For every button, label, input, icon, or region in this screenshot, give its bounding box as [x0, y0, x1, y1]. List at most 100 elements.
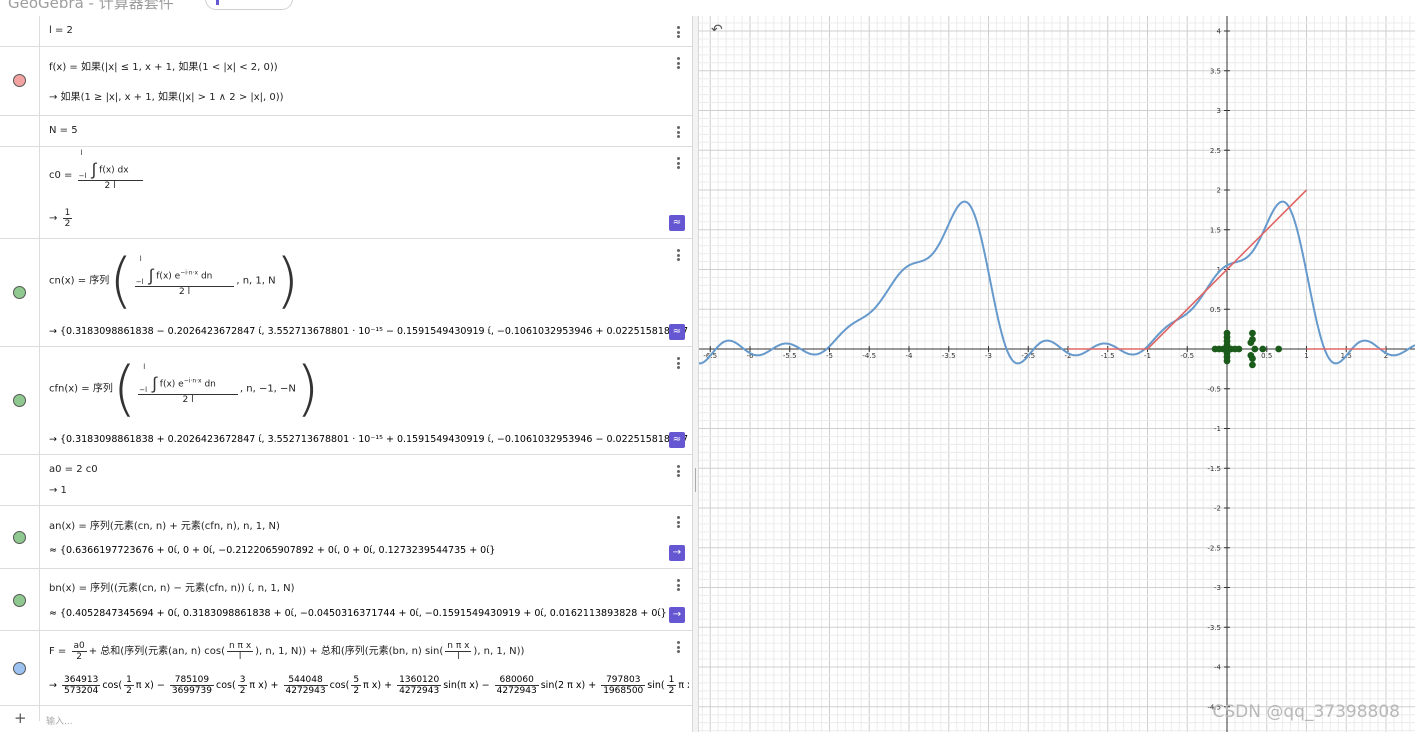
input-placeholder[interactable]: 输入...: [46, 714, 73, 727]
definition-an[interactable]: an(x) = 序列(元素(cn, n) + 元素(cfn, n), n, 1,…: [49, 520, 280, 533]
definition-cn[interactable]: cn(x) = 序列( l ∫ −l f(x) e−i·n·x dn 2 l ,…: [49, 251, 299, 311]
x-tick-label: -5.5: [783, 352, 797, 360]
app-switcher[interactable]: [205, 0, 293, 10]
algebra-row-f[interactable]: f(x) = 如果(|x| ≤ 1, x + 1, 如果(1 < |x| < 2…: [0, 47, 692, 116]
splitter-handle-icon[interactable]: [695, 468, 696, 492]
more-menu-icon[interactable]: [676, 249, 680, 263]
algebra-row-an[interactable]: an(x) = 序列(元素(cn, n) + 元素(cfn, n), n, 1,…: [0, 506, 692, 569]
x-tick-label: -1.5: [1101, 352, 1115, 360]
coefficient-point: [1259, 345, 1267, 353]
y-tick-label: 4: [1217, 28, 1222, 36]
output-F: → 364913 573204 cos(1 2 π x) − 785109 3699739…: [49, 675, 689, 696]
visibility-toggle[interactable]: [13, 594, 26, 607]
add-icon[interactable]: +: [14, 709, 27, 727]
x-tick-label: -5: [826, 352, 833, 360]
more-menu-icon[interactable]: [676, 516, 680, 530]
y-tick-label: 1.5: [1210, 226, 1221, 234]
coefficient-point: [1223, 357, 1231, 365]
coefficient-point: [1247, 351, 1255, 359]
visibility-toggle[interactable]: [13, 662, 26, 675]
watermark: CSDN @qq_37398808: [1212, 702, 1400, 722]
y-tick-label: 2.5: [1210, 147, 1221, 155]
more-menu-icon[interactable]: [676, 579, 680, 593]
x-tick-label: -4: [906, 352, 914, 360]
x-tick-label: -1: [1144, 352, 1151, 360]
view-splitter[interactable]: [692, 16, 699, 732]
x-tick-label: -4.5: [862, 352, 876, 360]
fourier-curve: [699, 200, 1415, 365]
coefficient-point: [1235, 345, 1243, 353]
x-tick-label: 0.5: [1261, 352, 1272, 360]
approximate-toggle-button[interactable]: ≈: [669, 215, 685, 231]
x-tick-label: -0.5: [1180, 352, 1194, 360]
more-menu-icon[interactable]: [676, 157, 680, 171]
definition-c0[interactable]: c0 = l ∫ −l f(x) dx 2 l: [49, 149, 145, 191]
coefficient-point: [1249, 361, 1256, 369]
output-an: ≈ {0.6366197723676 + 0ί, 0 + 0ί, −0.2122…: [49, 545, 496, 556]
row-marker: [0, 506, 40, 568]
coefficient-point: [1251, 345, 1259, 353]
definition-f[interactable]: f(x) = 如果(|x| ≤ 1, x + 1, 如果(1 < |x| < 2…: [49, 61, 278, 74]
coefficient-point: [1247, 339, 1255, 347]
row-marker: [0, 569, 40, 630]
y-tick-label: -0.5: [1207, 385, 1221, 393]
output-c0: → 12: [49, 208, 73, 229]
approximate-toggle-button[interactable]: ≈: [669, 324, 685, 340]
y-tick-label: 3.5: [1210, 67, 1221, 75]
algebra-row-bn[interactable]: bn(x) = 序列((元素(cn, n) − 元素(cfn, n)) ί, n…: [0, 569, 692, 631]
coefficient-point: [1249, 329, 1256, 337]
more-menu-icon[interactable]: [676, 126, 680, 140]
y-tick-label: -3: [1214, 584, 1221, 592]
output-a0: → 1: [49, 485, 67, 496]
input-bar[interactable]: + 输入...: [0, 705, 692, 732]
row-marker: [0, 239, 40, 346]
definition-a0[interactable]: a0 = 2 c0: [49, 463, 98, 476]
output-f: → 如果(1 ≥ |x|, x + 1, 如果(|x| > 1 ∧ 2 > |x…: [49, 92, 284, 103]
graphics-canvas[interactable]: -6.5 -6 -5.5 -5 -4.5 -4 -3.5 -3 -2.5 -2 -1.5 -1 -0.5…: [699, 16, 1415, 732]
definition-F[interactable]: F = a0 2 + 总和(序列(元素(an, n) cos(n π x l), n,…: [49, 641, 524, 662]
approximate-toggle-button[interactable]: ≈: [669, 432, 685, 448]
numeric-toggle-button[interactable]: →: [669, 607, 685, 623]
visibility-toggle[interactable]: [13, 531, 26, 544]
title-bar: GeoGebra - 计算器套件: [0, 0, 1415, 16]
algebra-row-c0[interactable]: c0 = l ∫ −l f(x) dx 2 l → 12 ≈: [0, 147, 692, 239]
switcher-icon: [216, 0, 219, 5]
more-menu-icon[interactable]: [676, 357, 680, 371]
algebra-row-cfn[interactable]: cfn(x) = 序列( l ∫ −l f(x) e−i·n·x dn 2 l …: [0, 347, 692, 455]
y-tick-label: -1.5: [1207, 465, 1221, 473]
more-menu-icon[interactable]: [676, 57, 680, 71]
definition-bn[interactable]: bn(x) = 序列((元素(cn, n) − 元素(cfn, n)) ί, n…: [49, 582, 295, 595]
row-marker: [0, 16, 40, 46]
algebra-row-l[interactable]: l = 2: [0, 16, 692, 47]
definition-l[interactable]: l = 2: [49, 24, 73, 37]
more-menu-icon[interactable]: [676, 465, 680, 479]
numeric-toggle-button[interactable]: →: [669, 545, 685, 561]
y-tick-label: 0.5: [1210, 306, 1221, 314]
definition-cfn[interactable]: cfn(x) = 序列( l ∫ −l f(x) e−i·n·x dn 2 l …: [49, 359, 319, 419]
undo-icon[interactable]: ↶: [711, 22, 723, 38]
visibility-toggle[interactable]: [13, 286, 26, 299]
row-marker: [0, 455, 40, 505]
more-menu-icon[interactable]: [676, 26, 680, 40]
x-tick-label: -3.5: [942, 352, 956, 360]
app-title: GeoGebra - 计算器套件: [8, 0, 174, 12]
algebra-row-cn[interactable]: cn(x) = 序列( l ∫ −l f(x) e−i·n·x dn 2 l ,…: [0, 239, 692, 347]
row-marker: [0, 147, 40, 238]
x-tick-label: -3: [985, 352, 992, 360]
visibility-toggle[interactable]: [13, 74, 26, 87]
definition-N[interactable]: N = 5: [49, 124, 78, 137]
y-tick-label: -2: [1214, 505, 1221, 513]
more-menu-icon[interactable]: [676, 641, 680, 655]
row-marker: [0, 347, 40, 454]
algebra-row-a0[interactable]: a0 = 2 c0 → 1: [0, 455, 692, 506]
x-tick-label: 1: [1304, 352, 1308, 360]
output-cn: → {0.3183098861838 − 0.2026423672847 ί, …: [49, 326, 689, 337]
row-marker: [0, 116, 40, 146]
output-cfn: → {0.3183098861838 + 0.2026423672847 ί, …: [49, 434, 689, 445]
algebra-row-N[interactable]: N = 5: [0, 116, 692, 147]
visibility-toggle[interactable]: [13, 394, 26, 407]
graphics-view[interactable]: -6.5 -6 -5.5 -5 -4.5 -4 -3.5 -3 -2.5 -2 -1.5 -1 -0.5…: [699, 16, 1415, 732]
coefficient-point: [1275, 345, 1283, 353]
y-tick-label: -2.5: [1207, 544, 1221, 552]
y-tick-label: -4: [1214, 664, 1222, 672]
